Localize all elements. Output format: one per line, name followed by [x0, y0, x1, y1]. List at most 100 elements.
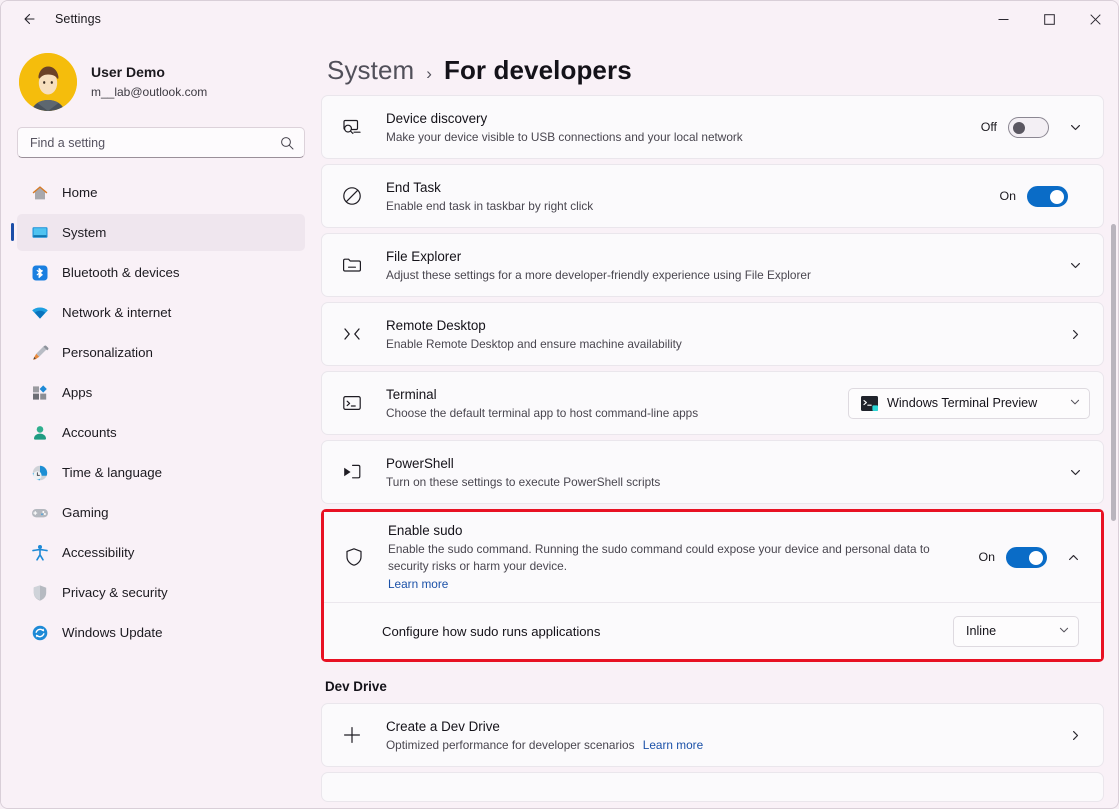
prohibited-icon [340, 184, 364, 208]
search-icon [280, 136, 294, 150]
sudo-configure-label: Configure how sudo runs applications [382, 624, 953, 639]
sidebar-item-label: Personalization [62, 345, 153, 360]
setting-card-file-explorer[interactable]: File Explorer Adjust these settings for … [321, 233, 1104, 297]
plus-icon [340, 723, 364, 747]
chevron-down-icon [1069, 396, 1081, 411]
setting-subtitle: Turn on these settings to execute PowerS… [386, 474, 1046, 491]
section-title-dev-drive: Dev Drive [325, 679, 1104, 694]
update-icon [30, 623, 49, 642]
setting-title: Device discovery [386, 109, 967, 128]
chevron-right-icon[interactable] [1060, 319, 1090, 349]
sidebar-item-label: System [62, 225, 106, 240]
sidebar-item-label: Accounts [62, 425, 117, 440]
setting-card-end-task[interactable]: End Task Enable end task in taskbar by r… [321, 164, 1104, 228]
minimize-icon [998, 14, 1009, 25]
toggle-state-label: On [999, 189, 1016, 203]
breadcrumb: System › For developers [321, 37, 1118, 100]
sidebar-item-network-internet[interactable]: Network & internet [17, 294, 305, 331]
sidebar-item-apps[interactable]: Apps [17, 374, 305, 411]
sidebar-item-system[interactable]: System [17, 214, 305, 251]
accessibility-icon [30, 543, 49, 562]
setting-title: PowerShell [386, 454, 1046, 473]
end-task-toggle[interactable] [1027, 186, 1068, 207]
page-title: For developers [444, 55, 632, 86]
setting-card-enable-sudo[interactable]: Enable sudo Enable the sudo command. Run… [324, 512, 1101, 602]
setting-title: Remote Desktop [386, 316, 1046, 335]
window-controls [980, 1, 1118, 37]
sidebar-item-home[interactable]: Home [17, 174, 305, 211]
chevron-down-icon[interactable] [1060, 457, 1090, 487]
clock-globe-icon [30, 463, 49, 482]
setting-subtitle: Adjust these settings for a more develop… [386, 267, 1046, 284]
account-header[interactable]: User Demo m__lab@outlook.com [17, 37, 305, 127]
sidebar-item-label: Privacy & security [62, 585, 168, 600]
sidebar-item-gaming[interactable]: Gaming [17, 494, 305, 531]
maximize-icon [1044, 14, 1055, 25]
window-body: User Demo m__lab@outlook.com Home [1, 37, 1118, 808]
avatar-illustration [19, 53, 77, 111]
sidebar-item-label: Bluetooth & devices [62, 265, 180, 280]
sidebar-item-label: Home [62, 185, 97, 200]
sidebar-item-label: Accessibility [62, 545, 134, 560]
chevron-down-icon[interactable] [1060, 112, 1090, 142]
setting-subtitle: Optimized performance for developer scen… [386, 737, 1046, 754]
maximize-button[interactable] [1026, 1, 1072, 37]
content-scrollbar[interactable] [1111, 97, 1116, 804]
toggle-state-label: Off [981, 120, 997, 134]
chevron-right-icon[interactable] [1060, 720, 1090, 750]
sidebar-item-bluetooth-devices[interactable]: Bluetooth & devices [17, 254, 305, 291]
sidebar-item-windows-update[interactable]: Windows Update [17, 614, 305, 651]
sidebar-item-personalization[interactable]: Personalization [17, 334, 305, 371]
sidebar-item-privacy-security[interactable]: Privacy & security [17, 574, 305, 611]
enable-sudo-toggle[interactable] [1006, 547, 1047, 568]
setting-card-terminal[interactable]: Terminal Choose the default terminal app… [321, 371, 1104, 435]
terminal-app-dropdown[interactable]: Windows Terminal Preview [848, 388, 1090, 419]
avatar [19, 53, 77, 111]
search-input[interactable] [30, 136, 280, 150]
powershell-icon [340, 460, 364, 484]
sidebar-nav: Home System Bluetooth & devices [17, 174, 305, 654]
wifi-icon [30, 303, 49, 322]
setting-subtitle: Choose the default terminal app to host … [386, 405, 834, 422]
breadcrumb-separator-icon: › [426, 64, 432, 84]
apps-icon [30, 383, 49, 402]
setting-title: Enable sudo [388, 521, 964, 540]
folder-icon [340, 253, 364, 277]
title-bar: Settings [1, 1, 1118, 37]
sidebar-item-label: Network & internet [62, 305, 171, 320]
settings-scroll-area: Device discovery Make your device visibl… [321, 95, 1118, 808]
chevron-up-icon[interactable] [1058, 542, 1088, 572]
close-icon [1090, 14, 1101, 25]
setting-subtitle: Enable Remote Desktop and ensure machine… [386, 336, 1046, 353]
setting-title: End Task [386, 178, 985, 197]
setting-card-powershell[interactable]: PowerShell Turn on these settings to exe… [321, 440, 1104, 504]
remote-desktop-icon [340, 322, 364, 346]
person-icon [30, 423, 49, 442]
learn-more-link[interactable]: Learn more [388, 577, 448, 591]
sidebar-item-accounts[interactable]: Accounts [17, 414, 305, 451]
monitor-icon [30, 223, 49, 242]
back-button[interactable] [11, 4, 45, 34]
enable-sudo-highlight-box: Enable sudo Enable the sudo command. Run… [321, 509, 1104, 662]
content-pane: System › For developers Device discovery… [321, 37, 1118, 808]
sudo-mode-dropdown[interactable]: Inline [953, 616, 1079, 647]
close-button[interactable] [1072, 1, 1118, 37]
terminal-icon [340, 391, 364, 415]
device-discovery-toggle[interactable] [1008, 117, 1049, 138]
learn-more-link[interactable]: Learn more [643, 738, 703, 752]
search-box[interactable] [17, 127, 305, 158]
sidebar-item-time-language[interactable]: Time & language [17, 454, 305, 491]
settings-window: Settings [0, 0, 1119, 809]
setting-card-device-discovery[interactable]: Device discovery Make your device visibl… [321, 95, 1104, 159]
chevron-down-icon[interactable] [1060, 250, 1090, 280]
setting-card-create-dev-drive[interactable]: Create a Dev Drive Optimized performance… [321, 703, 1104, 767]
sidebar-item-accessibility[interactable]: Accessibility [17, 534, 305, 571]
breadcrumb-parent[interactable]: System [327, 55, 414, 86]
sidebar-item-label: Time & language [62, 465, 162, 480]
setting-title: File Explorer [386, 247, 1046, 266]
setting-card-partial[interactable] [321, 772, 1104, 802]
minimize-button[interactable] [980, 1, 1026, 37]
scrollbar-thumb[interactable] [1111, 224, 1116, 521]
setting-card-remote-desktop[interactable]: Remote Desktop Enable Remote Desktop and… [321, 302, 1104, 366]
setting-title: Terminal [386, 385, 834, 404]
